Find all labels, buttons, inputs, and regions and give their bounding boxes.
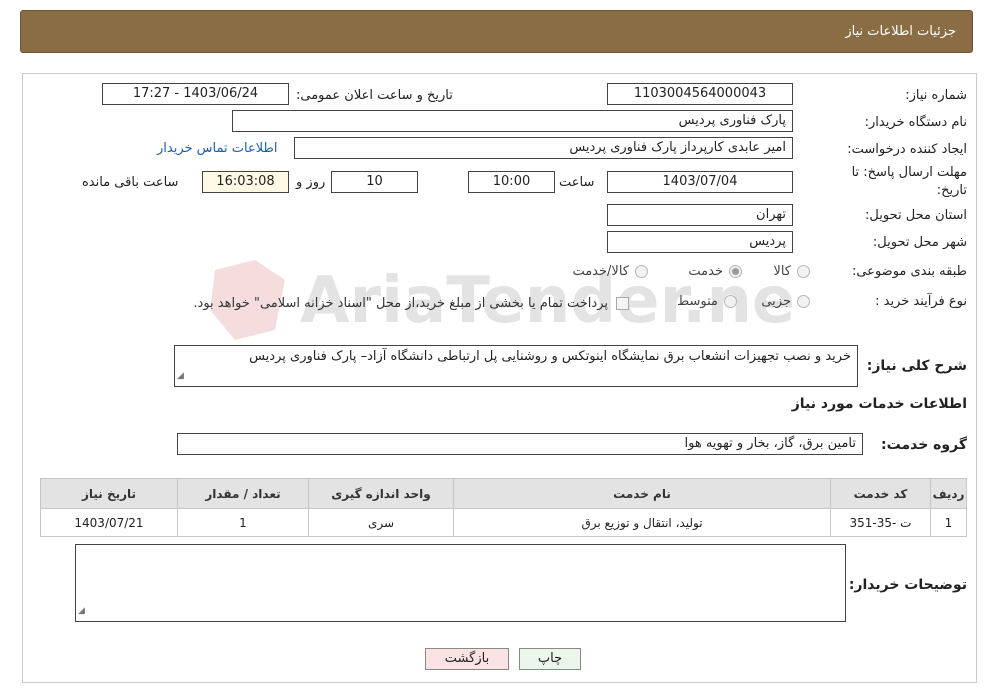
col-service-name: نام خدمت <box>453 478 831 509</box>
cell-row-number: 1 <box>930 508 967 537</box>
buyer-notes-textarea[interactable]: ◢ <box>75 544 846 622</box>
category-label: طبقه بندی موضوعی: <box>851 264 967 279</box>
announce-datetime-label: تاریخ و ساعت اعلان عمومی: <box>296 88 453 103</box>
deadline-time-field[interactable]: 10:00 <box>468 171 555 193</box>
table-row[interactable]: 1 ت -35-351 تولید، انتقال و توزیع برق سر… <box>40 508 967 537</box>
time-remaining-field[interactable]: 16:03:08 <box>202 171 289 193</box>
category-radio-goods[interactable]: کالا <box>773 264 810 279</box>
page-title: جزئیات اطلاعات نیاز <box>845 24 956 39</box>
deadline-label: مهلت ارسال پاسخ: تا <box>851 165 967 180</box>
treasury-payment-option[interactable]: پرداخت تمام یا بخشی از مبلغ خرید،از محل … <box>193 296 629 311</box>
col-service-code: کد خدمت <box>830 478 931 509</box>
description-label: شرح کلی نیاز: <box>866 358 967 374</box>
city-label: شهر محل تحویل: <box>872 235 967 250</box>
province-field[interactable]: تهران <box>607 204 793 226</box>
service-group-field[interactable]: تامین برق، گاز، بخار و تهویه هوا <box>177 433 863 455</box>
col-quantity: تعداد / مقدار <box>177 478 309 509</box>
col-row-number: ردیف <box>930 478 967 509</box>
category-radio-service[interactable]: خدمت <box>688 264 742 279</box>
process-radio-minor[interactable]: جزیی <box>761 294 810 309</box>
days-label: روز و <box>296 175 326 190</box>
buyer-org-field[interactable]: پارک فناوری پردیس <box>232 110 793 132</box>
creator-label: ایجاد کننده درخواست: <box>847 142 967 157</box>
radio-circle-icon <box>724 295 737 308</box>
page-header: جزئیات اطلاعات نیاز <box>20 10 973 53</box>
category-radio-goods-service[interactable]: کالا/خدمت <box>572 264 648 279</box>
deadline-date-field[interactable]: 1403/07/04 <box>607 171 793 193</box>
days-remaining-field[interactable]: 10 <box>331 171 418 193</box>
buyer-org-label: نام دستگاه خریدار: <box>864 115 967 130</box>
checkbox-icon[interactable] <box>616 297 629 310</box>
cell-quantity: 1 <box>177 508 309 537</box>
services-table: ردیف کد خدمت نام خدمت واحد اندازه گیری ت… <box>40 478 967 537</box>
cell-unit: سری <box>308 508 454 537</box>
need-number-field[interactable]: 1103004564000043 <box>607 83 793 105</box>
services-section-title: اطلاعات خدمات مورد نیاز <box>791 396 967 412</box>
description-text: خرید و نصب تجهیزات انشعاب برق نمایشگاه ا… <box>249 349 851 364</box>
cell-service-code: ت -35-351 <box>830 508 931 537</box>
announce-datetime-field[interactable]: 1403/06/24 - 17:27 <box>102 83 289 105</box>
time-remaining-label: ساعت باقی مانده <box>82 175 179 190</box>
print-button[interactable]: چاپ <box>519 648 581 670</box>
resize-grip-icon[interactable]: ◢ <box>78 603 85 620</box>
city-field[interactable]: پردیس <box>607 231 793 253</box>
province-label: استان محل تحویل: <box>865 208 967 223</box>
process-radio-medium[interactable]: متوسط <box>677 294 737 309</box>
table-header-row: ردیف کد خدمت نام خدمت واحد اندازه گیری ت… <box>40 478 967 509</box>
radio-selected-icon <box>729 265 742 278</box>
creator-field[interactable]: امیر عابدی کارپرداز پارک فناوری پردیس <box>294 137 793 159</box>
buyer-notes-label: توضیحات خریدار: <box>848 577 967 593</box>
col-need-date: تاریخ نیاز <box>40 478 178 509</box>
service-group-label: گروه خدمت: <box>881 437 967 453</box>
radio-circle-icon <box>797 295 810 308</box>
back-button[interactable]: بازگشت <box>425 648 509 670</box>
description-textarea[interactable]: خرید و نصب تجهیزات انشعاب برق نمایشگاه ا… <box>174 345 858 387</box>
deadline-label-date: تاریخ: <box>936 183 967 198</box>
col-unit: واحد اندازه گیری <box>308 478 454 509</box>
cell-need-date: 1403/07/21 <box>40 508 178 537</box>
process-type-label: نوع فرآیند خرید : <box>875 294 967 309</box>
radio-circle-icon <box>635 265 648 278</box>
deadline-time-label: ساعت <box>559 175 595 190</box>
buyer-contact-link[interactable]: اطلاعات تماس خریدار <box>157 141 277 156</box>
cell-service-name: تولید، انتقال و توزیع برق <box>453 508 831 537</box>
radio-circle-icon <box>797 265 810 278</box>
need-number-label: شماره نیاز: <box>905 88 967 103</box>
resize-grip-icon[interactable]: ◢ <box>177 368 184 385</box>
